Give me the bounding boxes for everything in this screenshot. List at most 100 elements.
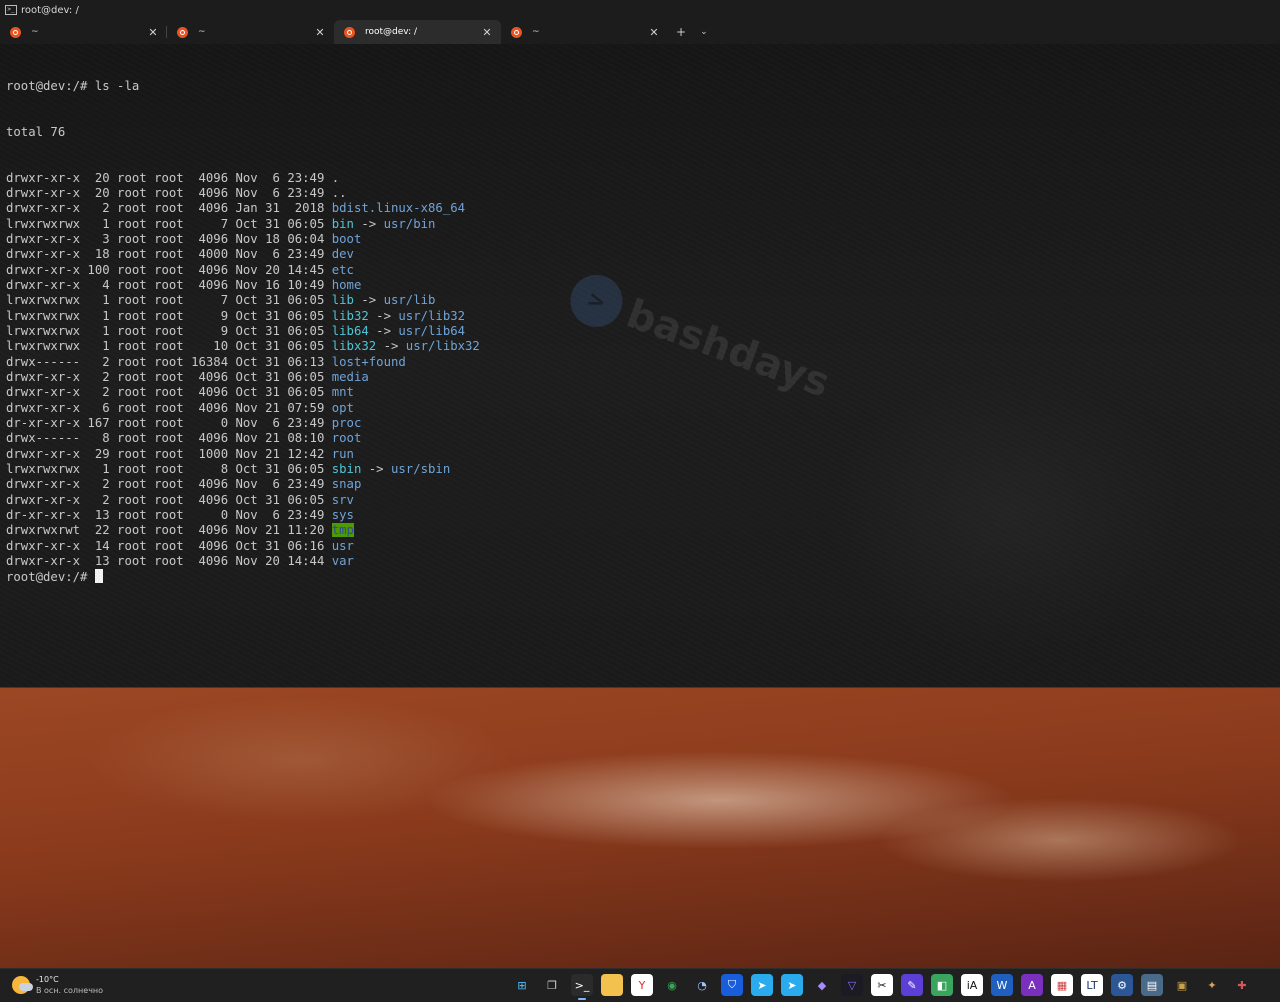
listing-row: dr-xr-xr-x 13 root root 0 Nov 6 23:49 sy… bbox=[6, 508, 480, 523]
photo-app-icon[interactable]: ✚ bbox=[1231, 974, 1253, 996]
listing-row: drwxr-xr-x 20 root root 4096 Nov 6 23:49… bbox=[6, 171, 480, 186]
settings-gear-icon[interactable]: ⚙ bbox=[1111, 974, 1133, 996]
entry-meta: drwxr-xr-x 2 root root 4096 Oct 31 06:05 bbox=[6, 369, 332, 384]
link-target: usr/lib32 bbox=[398, 308, 466, 323]
entry-meta: lrwxrwxrwx 1 root root 8 Oct 31 06:05 bbox=[6, 461, 332, 476]
entry-name: run bbox=[331, 446, 354, 461]
new-tab-plus-icon[interactable]: + bbox=[676, 25, 686, 39]
obsidian-icon[interactable]: ◆ bbox=[811, 974, 833, 996]
start-icon[interactable]: ⊞ bbox=[511, 974, 533, 996]
listing-row: drwxr-xr-x 14 root root 4096 Oct 31 06:1… bbox=[6, 539, 480, 554]
ia-app-icon[interactable]: iA bbox=[961, 974, 983, 996]
entry-meta: drwxr-xr-x 13 root root 4096 Nov 20 14:4… bbox=[6, 553, 332, 568]
terminal-lines: root@dev:/# ls -la total 76 drwxr-xr-x 2… bbox=[6, 48, 480, 585]
link-arrow: -> bbox=[353, 293, 384, 308]
prompt: root@dev:/# bbox=[6, 78, 95, 93]
tab-close-icon[interactable]: ✕ bbox=[648, 26, 660, 39]
tab-close-icon[interactable]: ✕ bbox=[147, 26, 159, 39]
word-icon[interactable]: W bbox=[991, 974, 1013, 996]
final-prompt-line[interactable]: root@dev:/# bbox=[6, 569, 480, 584]
terminal-app-icon[interactable]: >_ bbox=[571, 974, 593, 1000]
calculator-icon[interactable]: ▤ bbox=[1141, 974, 1163, 996]
tab-1[interactable]: ~ ✕ bbox=[0, 20, 167, 44]
listing-row: drwx------ 2 root root 16384 Oct 31 06:1… bbox=[6, 355, 480, 370]
ubuntu-icon bbox=[511, 26, 522, 38]
entry-name: home bbox=[331, 277, 362, 292]
entry-name: bdist.linux-x86_64 bbox=[331, 201, 466, 216]
link-target: usr/libx32 bbox=[405, 339, 480, 354]
calendar-app-icon[interactable]: ▦ bbox=[1051, 974, 1073, 996]
entry-meta: drwxr-xr-x 2 root root 4096 Jan 31 2018 bbox=[6, 201, 332, 216]
chip-app-icon[interactable]: ▣ bbox=[1171, 974, 1193, 996]
app-glyph: ✚ bbox=[1237, 978, 1247, 992]
bashdays-logo-icon: > bbox=[563, 267, 630, 335]
tab-3-active[interactable]: root@dev: / ✕ bbox=[334, 20, 501, 44]
app-glyph: ◉ bbox=[667, 978, 677, 992]
prompt: root@dev:/# bbox=[6, 570, 95, 585]
entry-meta: drwxr-xr-x 4 root root 4096 Nov 16 10:49 bbox=[6, 277, 332, 292]
window-titlebar[interactable]: >_ root@dev: / bbox=[0, 0, 1280, 20]
green-app-icon[interactable]: ◧ bbox=[931, 974, 953, 996]
telegram-icon[interactable]: ➤ bbox=[751, 974, 773, 996]
app-glyph: Y bbox=[638, 978, 646, 992]
entry-name: lost+found bbox=[331, 354, 406, 369]
listing-row: drwxr-xr-x 20 root root 4096 Nov 6 23:49… bbox=[6, 186, 480, 201]
file-explorer-icon[interactable]: ▬ bbox=[601, 974, 623, 996]
entry-meta: drwxr-xr-x 18 root root 4000 Nov 6 23:49 bbox=[6, 247, 332, 262]
listing-row: drwxr-xr-x 2 root root 4096 Oct 31 06:05… bbox=[6, 385, 480, 400]
listing-row: drwxr-xr-x 2 root root 4096 Jan 31 2018 … bbox=[6, 201, 480, 216]
entry-name: opt bbox=[331, 400, 354, 415]
task-view-icon[interactable]: ❐ bbox=[541, 974, 563, 996]
tab-4[interactable]: ~ ✕ bbox=[501, 20, 668, 44]
link-target: usr/sbin bbox=[391, 461, 451, 476]
entry-name: mnt bbox=[331, 385, 354, 400]
entry-name: sbin bbox=[331, 461, 362, 476]
weather-widget[interactable]: -10°C В осн. солнечно bbox=[12, 974, 103, 996]
tab-2[interactable]: ~ ✕ bbox=[167, 20, 334, 44]
entry-name: srv bbox=[331, 492, 354, 507]
terminal-output-area[interactable]: > bashdays root@dev:/# ls -la total 76 d… bbox=[0, 44, 1280, 687]
entry-name: root bbox=[331, 431, 362, 446]
app-glyph: LT bbox=[1086, 978, 1098, 992]
tab-close-icon[interactable]: ✕ bbox=[314, 26, 326, 39]
app-glyph: ⊞ bbox=[517, 978, 527, 992]
chrome-icon[interactable]: ◉ bbox=[661, 974, 683, 996]
proton-vpn-icon[interactable]: ▽ bbox=[841, 974, 863, 996]
entry-name: . bbox=[331, 170, 340, 185]
app-glyph: W bbox=[996, 978, 1008, 992]
entry-meta: dr-xr-xr-x 167 root root 0 Nov 6 23:49 bbox=[6, 415, 332, 430]
entry-meta: drwxr-xr-x 2 root root 4096 Nov 6 23:49 bbox=[6, 477, 332, 492]
listing-row: drwxrwxrwt 22 root root 4096 Nov 21 11:2… bbox=[6, 523, 480, 538]
clock-app-icon[interactable]: ◔ bbox=[691, 974, 713, 996]
app-glyph: ⚙ bbox=[1117, 978, 1127, 992]
yandex-browser-icon[interactable]: Y bbox=[631, 974, 653, 996]
entry-meta: drwx------ 8 root root 4096 Nov 21 08:10 bbox=[6, 431, 332, 446]
text-cursor bbox=[94, 569, 103, 584]
window-title: root@dev: / bbox=[21, 4, 79, 16]
total-line: total 76 bbox=[6, 124, 66, 139]
entry-name: tmp bbox=[331, 523, 354, 538]
app-glyph: ➤ bbox=[757, 978, 767, 992]
pen-app-icon[interactable]: ✎ bbox=[901, 974, 923, 996]
listing-row: lrwxrwxrwx 1 root root 7 Oct 31 06:05 li… bbox=[6, 293, 480, 308]
entry-name: etc bbox=[331, 262, 354, 277]
tab-close-icon[interactable]: ✕ bbox=[481, 26, 493, 39]
ubuntu-icon bbox=[344, 26, 355, 38]
tab-dropdown-chevron-icon[interactable]: ⌄ bbox=[700, 27, 708, 37]
telegram-alt-icon[interactable]: ➤ bbox=[781, 974, 803, 996]
app-glyph: ✦ bbox=[1207, 978, 1217, 992]
taskbar: -10°C В осн. солнечно ⊞ ❐ >_ ▬ Y ◉ ◔ ⛉ ➤ ➤ ◆ ▽ ✂ ✎ ◧ iA… bbox=[0, 968, 1280, 1002]
partly-sunny-icon bbox=[12, 976, 33, 994]
link-arrow: -> bbox=[353, 216, 384, 231]
lt-app-icon[interactable]: LT bbox=[1081, 974, 1103, 996]
tab-label: ~ bbox=[31, 27, 39, 37]
app-glyph: ⛉ bbox=[727, 978, 737, 991]
terminal-window[interactable]: >_ root@dev: / ~ ✕ ~ ✕ root@dev: / ✕ ~ ✕… bbox=[0, 0, 1280, 688]
affinity-icon[interactable]: A bbox=[1021, 974, 1043, 996]
bitwarden-icon[interactable]: ⛉ bbox=[721, 974, 743, 996]
app-glyph: ◔ bbox=[697, 978, 707, 992]
listing-row: dr-xr-xr-x 167 root root 0 Nov 6 23:49 p… bbox=[6, 416, 480, 431]
capcut-icon[interactable]: ✂ bbox=[871, 974, 893, 996]
fox-app-icon[interactable]: ✦ bbox=[1201, 974, 1223, 996]
entry-meta: lrwxrwxrwx 1 root root 7 Oct 31 06:05 bbox=[6, 293, 332, 308]
